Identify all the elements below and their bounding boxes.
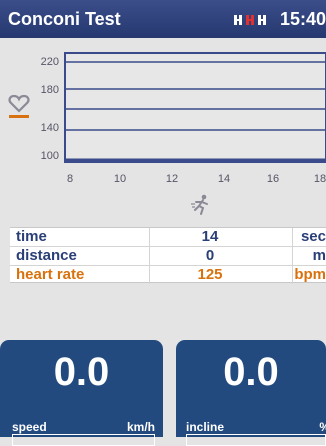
speed-bar — [12, 434, 155, 446]
stat-label: heart rate — [16, 266, 85, 283]
x-tick-label: 8 — [67, 173, 73, 185]
signal-icon — [234, 13, 272, 31]
incline-label: incline — [186, 420, 225, 434]
x-tick-label: 18 — [314, 173, 326, 185]
runner-icon — [190, 194, 212, 221]
y-tick-label: 180 — [41, 84, 59, 96]
speed-value: 0.0 — [53, 350, 110, 394]
speed-label: speed — [12, 420, 47, 434]
column-divider — [149, 228, 150, 246]
stat-unit: sec — [300, 228, 326, 245]
stat-value: 0 — [205, 247, 215, 264]
incline-unit: % — [319, 420, 326, 434]
heart-rate-chart: 220 180 140 100 8 10 12 14 16 18 — [0, 38, 326, 218]
incline-value: 0.0 — [223, 350, 279, 394]
heart-icon — [8, 94, 30, 125]
y-tick-label: 220 — [41, 56, 59, 68]
stat-row-distance: distance 0 m — [10, 247, 326, 266]
stats-table: time 14 sec distance 0 m heart rate 125 … — [10, 227, 326, 284]
y-tick-label: 140 — [41, 122, 59, 134]
y-tick-label: 100 — [41, 150, 59, 162]
incline-panel[interactable]: 0.0 incline % — [176, 340, 326, 446]
column-divider — [292, 247, 293, 265]
stat-unit: bpm — [294, 266, 326, 283]
screen-title: Conconi Test — [8, 9, 121, 29]
chart-canvas: 220 180 140 100 8 10 12 14 16 18 — [41, 52, 326, 185]
column-divider — [149, 247, 150, 265]
column-divider — [292, 266, 293, 284]
x-tick-label: 16 — [267, 173, 279, 185]
stat-row-heart-rate: heart rate 125 bpm — [10, 266, 326, 284]
speed-panel[interactable]: 0.0 speed km/h — [0, 340, 163, 446]
x-tick-label: 10 — [114, 173, 126, 185]
stat-label: distance — [16, 247, 77, 264]
speed-unit: km/h — [126, 420, 155, 434]
stat-value: 14 — [201, 228, 219, 245]
stat-label: time — [16, 228, 47, 245]
column-divider — [292, 228, 293, 246]
stat-unit: m — [312, 247, 326, 264]
clock-time: 15:40 — [280, 9, 326, 29]
x-tick-label: 12 — [166, 173, 178, 185]
x-tick-label: 14 — [218, 173, 230, 185]
stat-value: 125 — [197, 266, 223, 283]
status-header: Conconi Test 15:40 — [0, 0, 326, 38]
column-divider — [149, 266, 150, 284]
incline-bar — [186, 434, 326, 446]
stat-row-time: time 14 sec — [10, 228, 326, 247]
